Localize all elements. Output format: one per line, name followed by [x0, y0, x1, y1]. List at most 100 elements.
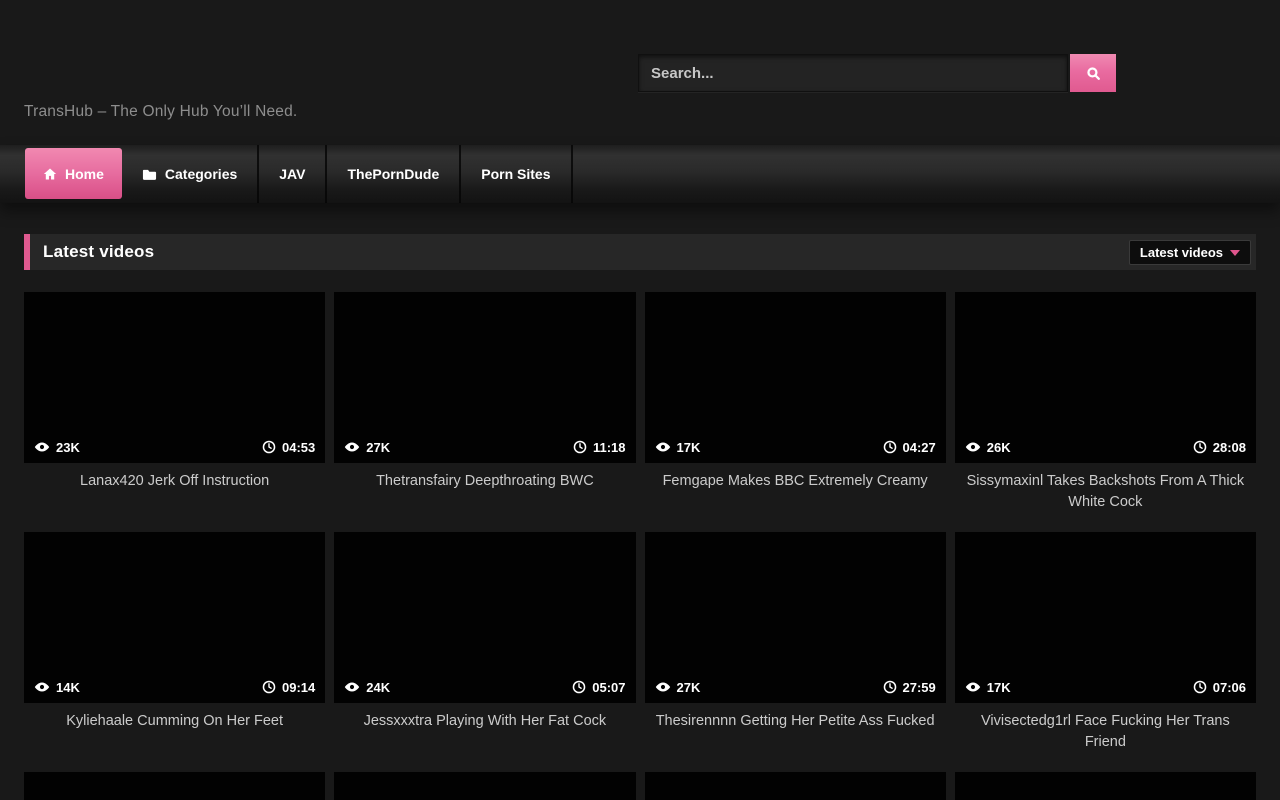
video-card[interactable]: [24, 772, 325, 800]
nav-item-label: Home: [65, 166, 104, 182]
duration-value: 05:07: [592, 680, 625, 695]
video-thumbnail[interactable]: 23K 04:53: [24, 292, 325, 463]
search-form: [638, 54, 1116, 92]
views-count: 17K: [987, 680, 1011, 695]
duration-value: 27:59: [903, 680, 936, 695]
views-count: 27K: [366, 440, 390, 455]
video-card[interactable]: [955, 772, 1256, 800]
eye-icon: [655, 439, 671, 455]
video-card[interactable]: 27K 27:59 Thesirennnn Getting Her Petite…: [645, 532, 946, 772]
video-title[interactable]: Thetransfairy Deepthroating BWC: [334, 463, 635, 532]
clock-icon: [262, 680, 276, 694]
video-thumbnail[interactable]: 14K 09:14: [24, 532, 325, 703]
nav-item-home[interactable]: Home: [25, 148, 122, 199]
video-thumbnail[interactable]: [334, 772, 635, 800]
sort-dropdown[interactable]: Latest videos: [1129, 240, 1251, 265]
duration-stat: 04:53: [262, 440, 315, 455]
nav-item-categories[interactable]: Categories: [122, 145, 259, 203]
clock-icon: [573, 440, 587, 454]
eye-icon: [344, 679, 360, 695]
main-nav: Home Categories JAV ThePornDude Porn Sit…: [0, 145, 1280, 203]
search-button[interactable]: [1070, 54, 1116, 92]
folder-icon: [142, 167, 157, 182]
video-stats: 17K 07:06: [955, 672, 1256, 703]
video-thumbnail[interactable]: [24, 772, 325, 800]
video-card[interactable]: 26K 28:08 Sissymaxinl Takes Backshots Fr…: [955, 292, 1256, 532]
video-title[interactable]: Vivisectedg1rl Face Fucking Her Trans Fr…: [955, 703, 1256, 772]
video-thumbnail[interactable]: 17K 04:27: [645, 292, 946, 463]
duration-stat: 27:59: [883, 680, 936, 695]
main-content: Latest videos Latest videos 23K: [0, 234, 1280, 800]
video-card[interactable]: 23K 04:53 Lanax420 Jerk Off Instruction: [24, 292, 325, 532]
views-stat: 26K: [965, 439, 1011, 455]
views-count: 23K: [56, 440, 80, 455]
nav-item-label: Porn Sites: [481, 166, 550, 182]
nav-item-label: Categories: [165, 166, 237, 182]
video-title[interactable]: Lanax420 Jerk Off Instruction: [24, 463, 325, 532]
duration-stat: 05:07: [572, 680, 625, 695]
video-thumbnail[interactable]: 27K 11:18: [334, 292, 635, 463]
duration-stat: 04:27: [883, 440, 936, 455]
video-card[interactable]: [645, 772, 946, 800]
nav-item-theporndude[interactable]: ThePornDude: [327, 145, 461, 203]
video-title[interactable]: Jessxxxtra Playing With Her Fat Cock: [334, 703, 635, 772]
video-title[interactable]: Kyliehaale Cumming On Her Feet: [24, 703, 325, 772]
video-stats: 23K 04:53: [24, 432, 325, 463]
video-title[interactable]: Thesirennnn Getting Her Petite Ass Fucke…: [645, 703, 946, 772]
video-card[interactable]: 17K 07:06 Vivisectedg1rl Face Fucking He…: [955, 532, 1256, 772]
video-card[interactable]: 24K 05:07 Jessxxxtra Playing With Her Fa…: [334, 532, 635, 772]
video-stats: 24K 05:07: [334, 672, 635, 703]
video-thumbnail[interactable]: 27K 27:59: [645, 532, 946, 703]
views-count: 26K: [987, 440, 1011, 455]
nav-item-jav[interactable]: JAV: [259, 145, 327, 203]
eye-icon: [34, 439, 50, 455]
sort-dropdown-label: Latest videos: [1140, 245, 1223, 260]
video-thumbnail[interactable]: 24K 05:07: [334, 532, 635, 703]
clock-icon: [1193, 440, 1207, 454]
nav-item-label: ThePornDude: [347, 166, 439, 182]
eye-icon: [965, 439, 981, 455]
video-card[interactable]: 14K 09:14 Kyliehaale Cumming On Her Feet: [24, 532, 325, 772]
video-title[interactable]: Femgape Makes BBC Extremely Creamy: [645, 463, 946, 532]
video-card[interactable]: 27K 11:18 Thetransfairy Deepthroating BW…: [334, 292, 635, 532]
video-thumbnail[interactable]: 17K 07:06: [955, 532, 1256, 703]
views-stat: 27K: [655, 679, 701, 695]
duration-stat: 07:06: [1193, 680, 1246, 695]
eye-icon: [965, 679, 981, 695]
nav-item-porn-sites[interactable]: Porn Sites: [461, 145, 572, 203]
nav-item-label: JAV: [279, 166, 305, 182]
views-stat: 14K: [34, 679, 80, 695]
search-input[interactable]: [638, 54, 1068, 92]
views-count: 27K: [677, 680, 701, 695]
duration-stat: 28:08: [1193, 440, 1246, 455]
views-stat: 27K: [344, 439, 390, 455]
clock-icon: [883, 680, 897, 694]
section-header: Latest videos Latest videos: [24, 234, 1256, 270]
clock-icon: [883, 440, 897, 454]
duration-value: 07:06: [1213, 680, 1246, 695]
video-thumbnail[interactable]: [645, 772, 946, 800]
video-stats: 27K 11:18: [334, 432, 635, 463]
duration-stat: 09:14: [262, 680, 315, 695]
eye-icon: [655, 679, 671, 695]
section-title: Latest videos: [43, 242, 154, 262]
chevron-down-icon: [1230, 250, 1240, 256]
eye-icon: [34, 679, 50, 695]
video-stats: 27K 27:59: [645, 672, 946, 703]
video-stats: 17K 04:27: [645, 432, 946, 463]
clock-icon: [1193, 680, 1207, 694]
search-icon: [1085, 65, 1102, 82]
page: TransHub – The Only Hub You’ll Need. Hom…: [0, 0, 1280, 800]
video-title[interactable]: Sissymaxinl Takes Backshots From A Thick…: [955, 463, 1256, 532]
video-stats: 14K 09:14: [24, 672, 325, 703]
views-stat: 17K: [655, 439, 701, 455]
video-grid: 23K 04:53 Lanax420 Jerk Off Instruction: [24, 292, 1256, 800]
video-thumbnail[interactable]: 26K 28:08: [955, 292, 1256, 463]
duration-value: 04:53: [282, 440, 315, 455]
video-thumbnail[interactable]: [955, 772, 1256, 800]
site-tagline: TransHub – The Only Hub You’ll Need.: [24, 103, 297, 121]
duration-value: 04:27: [903, 440, 936, 455]
video-card[interactable]: [334, 772, 635, 800]
video-card[interactable]: 17K 04:27 Femgape Makes BBC Extremely Cr…: [645, 292, 946, 532]
views-count: 17K: [677, 440, 701, 455]
